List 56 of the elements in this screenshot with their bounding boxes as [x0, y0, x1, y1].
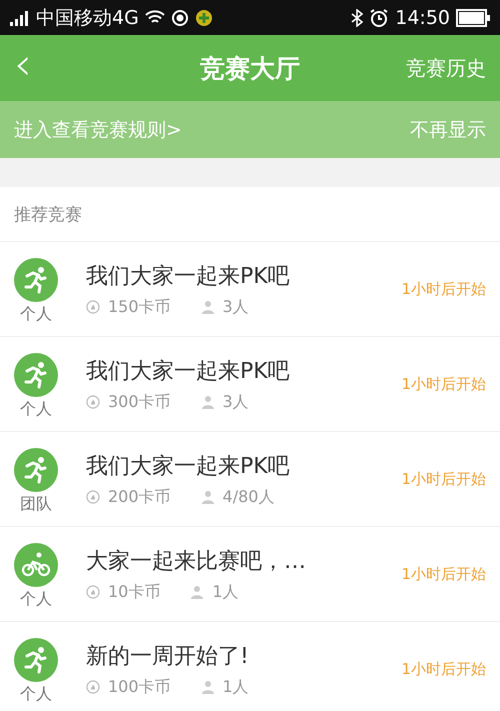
start-time: 1小时后开始: [401, 374, 486, 394]
coin-icon: [86, 490, 100, 504]
runner-icon: [14, 448, 58, 492]
start-time: 1小时后开始: [401, 280, 486, 298]
competition-title: 我们大家一起来PK吧: [86, 358, 291, 386]
coin-amount: 200卡币: [108, 486, 171, 508]
person-icon: [190, 585, 204, 599]
person-icon: [200, 395, 215, 409]
coin-amount: 10卡币: [108, 582, 160, 602]
page-title: 竞赛大厅: [200, 54, 300, 82]
participant-count: 3人: [222, 392, 249, 412]
runner-icon: [14, 352, 58, 396]
runner-icon: [14, 638, 58, 682]
competition-type: 团队: [20, 494, 52, 514]
competition-type: 个人: [20, 684, 52, 704]
competition-row[interactable]: 个人 我们大家一起来PK吧 300卡币 3人 1小时后开始: [0, 337, 500, 432]
coin-amount: 100卡币: [108, 676, 171, 698]
alarm-icon: [369, 8, 390, 28]
signal-icon: [10, 10, 30, 26]
coin-amount: 150卡币: [108, 296, 171, 318]
start-time: 1小时后开始: [401, 470, 486, 488]
carrier-name: 中国移动4G: [36, 6, 139, 30]
person-icon: [200, 490, 215, 504]
competition-type: 个人: [20, 588, 52, 610]
participant-count: 3人: [222, 296, 249, 318]
section-title: 推荐竞赛: [14, 204, 82, 226]
competition-type: 个人: [20, 304, 52, 324]
competition-title: 新的一周开始了!: [86, 642, 250, 670]
competition-title: 我们大家一起来PK吧: [86, 452, 291, 480]
coin-icon: [86, 300, 100, 314]
start-time: 1小时后开始: [401, 564, 486, 584]
competition-row[interactable]: 个人 新的一周开始了! 100卡币 1人 1小时后开始: [0, 622, 500, 711]
person-icon: [200, 300, 215, 314]
location-icon: [170, 8, 189, 26]
clock-time: 14:50: [395, 6, 450, 28]
cyclist-icon: [14, 542, 58, 586]
app-notification-icon: [194, 8, 213, 26]
coin-icon: [86, 585, 100, 599]
coin-icon: [86, 395, 100, 409]
competition-row[interactable]: 个人 我们大家一起来PK吧 150卡币 3人 1小时后开始: [0, 242, 500, 337]
participant-count: 1人: [212, 582, 239, 602]
competition-title: 大家一起来比赛吧，…: [86, 548, 307, 576]
coin-amount: 300卡币: [108, 392, 171, 412]
participant-count: 1人: [222, 676, 249, 698]
wifi-icon: [144, 10, 165, 26]
competition-type: 个人: [20, 398, 52, 420]
person-icon: [200, 680, 215, 694]
bluetooth-icon: [351, 8, 364, 26]
start-time: 1小时后开始: [401, 660, 486, 678]
competition-row[interactable]: 个人 大家一起来比赛吧，… 10卡币 1人 1小时后开始: [0, 527, 500, 622]
competition-title: 我们大家一起来PK吧: [86, 262, 291, 290]
coin-icon: [86, 680, 100, 694]
battery-icon: [456, 8, 490, 26]
runner-icon: [14, 258, 58, 302]
participant-count: 4/80人: [222, 486, 274, 508]
competition-row[interactable]: 团队 我们大家一起来PK吧 200卡币 4/80人 1小时后开始: [0, 432, 500, 527]
